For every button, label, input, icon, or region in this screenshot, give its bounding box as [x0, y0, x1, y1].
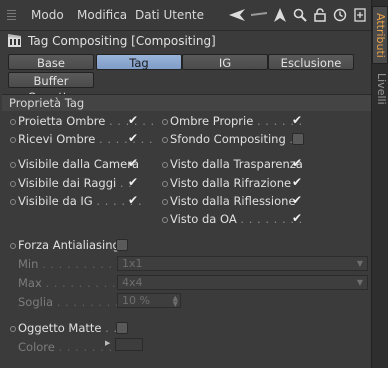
- prop-visto-dalla-rifrazione: Visto dalla Rifrazione: [170, 176, 292, 190]
- checkbox-visto-da-oa[interactable]: ✔: [292, 212, 304, 224]
- compositing-tag-icon: [8, 34, 22, 48]
- menu-modo[interactable]: Modo: [31, 8, 64, 22]
- prop-ombre-proprie: Ombre Proprie . . . . . .: [170, 114, 303, 128]
- tab-esclusione[interactable]: Esclusione: [268, 54, 354, 70]
- param-bullet-icon: [10, 326, 16, 332]
- max-dropdown[interactable]: 4x4 ▼: [117, 275, 368, 290]
- drag-grip-icon[interactable]: [7, 10, 16, 21]
- manager-side-tabs: Attributi Livelli: [372, 0, 388, 368]
- tab-attributi[interactable]: Attributi: [372, 6, 388, 64]
- prop-oggetto-matte: Oggetto Matte . .: [18, 321, 118, 335]
- prop-visibile-da-ig: Visibile da IG . . . . . .: [18, 194, 143, 208]
- object-title: Tag Compositing [Compositing]: [28, 34, 216, 48]
- checkbox-forza-antialiasing[interactable]: [116, 239, 128, 251]
- param-bullet-icon: [162, 137, 168, 143]
- param-bullet-icon: [10, 199, 16, 205]
- prop-visto-da-oa: Visto da OA . . . . . . . .: [170, 212, 303, 226]
- checkbox-visto-dalla-rifrazione[interactable]: ✔: [292, 176, 304, 188]
- param-bullet-icon: [10, 162, 16, 168]
- param-bullet-icon: [162, 217, 168, 223]
- param-bullet-icon: [10, 119, 16, 125]
- checkbox-visto-dalla-trasparenza[interactable]: ✔: [292, 157, 304, 169]
- param-bullet-icon: [162, 162, 168, 168]
- chevron-down-icon: ▼: [356, 278, 363, 287]
- prop-forza-antialiasing: Forza Antialiasing: [18, 238, 120, 252]
- param-bullet-icon: [162, 181, 168, 187]
- new-manager-icon[interactable]: [352, 6, 368, 24]
- soglia-number-field[interactable]: 10 % ▲ ▼: [117, 293, 181, 308]
- checkbox-oggetto-matte[interactable]: [116, 322, 128, 334]
- spinner-arrows-icon[interactable]: ▲ ▼: [173, 295, 178, 308]
- prop-visibile-dalla-camera: Visibile dalla Camera: [18, 157, 139, 171]
- param-bullet-icon: [162, 199, 168, 205]
- checkbox-visibile-da-ig[interactable]: ✔: [128, 194, 140, 206]
- prop-visto-dalla-trasparenza: Visto dalla Trasparenza: [170, 157, 303, 171]
- checkbox-visibile-dai-raggi[interactable]: ✔: [128, 176, 140, 188]
- attribute-manager-panel: Modo Modifica Dati Utente Tag Compositin…: [0, 0, 372, 368]
- search-icon[interactable]: [292, 6, 308, 24]
- min-dropdown[interactable]: 1x1 ▼: [117, 256, 368, 271]
- checkbox-visto-dalla-riflessione[interactable]: ✔: [292, 194, 304, 206]
- prop-sfondo-compositing: Sfondo Compositing . .: [170, 132, 301, 146]
- checkbox-sfondo-compositing[interactable]: [292, 133, 304, 145]
- checkbox-ricevi-ombre[interactable]: ✔: [128, 132, 140, 144]
- param-bullet-icon: [10, 137, 16, 143]
- checkbox-proietta-ombre[interactable]: ✔: [128, 114, 140, 126]
- tab-base[interactable]: Base: [8, 54, 94, 70]
- checkbox-ombre-proprie[interactable]: ✔: [292, 114, 304, 126]
- prop-visibile-dai-raggi: Visibile dai Raggi . .: [18, 176, 133, 190]
- tab-tag[interactable]: Tag: [96, 54, 182, 70]
- param-bullet-icon: [162, 119, 168, 125]
- forward-arrow-icon[interactable]: [251, 6, 267, 24]
- lock-icon[interactable]: [312, 6, 328, 24]
- prop-visto-dalla-riflessione: Visto dalla Riflessione: [170, 194, 296, 208]
- tab-buffer-oggetto[interactable]: Buffer Oggetto: [8, 72, 94, 104]
- section-title: Proprietà Tag: [9, 96, 85, 110]
- expand-triangle-icon[interactable]: ▶: [105, 339, 110, 347]
- menu-bar: Modo Modifica Dati Utente: [0, 0, 371, 31]
- param-bullet-icon: [10, 243, 16, 249]
- tab-livelli[interactable]: Livelli: [372, 68, 388, 110]
- up-arrow-icon[interactable]: [272, 6, 288, 24]
- menu-modifica[interactable]: Modifica: [77, 8, 127, 22]
- checkbox-visibile-dalla-camera[interactable]: ✔: [128, 157, 140, 169]
- menu-dati-utente[interactable]: Dati Utente: [135, 8, 204, 22]
- param-bullet-icon: [10, 181, 16, 187]
- chevron-down-icon: ▼: [356, 259, 363, 268]
- color-swatch[interactable]: [115, 338, 143, 351]
- tab-ig[interactable]: IG: [182, 54, 268, 70]
- object-title-row: Tag Compositing [Compositing]: [0, 31, 371, 51]
- history-icon[interactable]: [332, 6, 348, 24]
- back-arrow-icon[interactable]: [229, 6, 245, 24]
- section-header-tag-properties: Proprietà Tag: [2, 94, 371, 111]
